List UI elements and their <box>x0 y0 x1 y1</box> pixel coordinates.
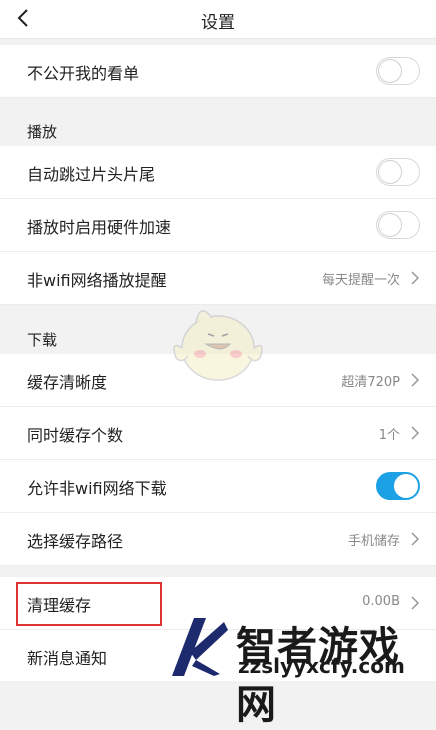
highlight-box <box>16 582 162 626</box>
setting-label: 允许非wifi网络下载 <box>27 479 167 498</box>
chevron-right-icon <box>411 426 420 440</box>
chevron-right-icon <box>411 271 420 285</box>
setting-private-list[interactable]: 不公开我的看单 <box>0 45 436 98</box>
setting-label: 自动跳过片头片尾 <box>27 165 156 184</box>
non-wifi-download-toggle[interactable] <box>376 472 420 500</box>
section-label: 播放 <box>27 123 58 141</box>
chevron-right-icon <box>411 373 420 387</box>
brand-logo-icon <box>172 618 228 676</box>
watermark-url: zzslyyxcfy.com <box>238 654 405 678</box>
setting-label: 同时缓存个数 <box>27 426 124 445</box>
toggle-knob <box>394 474 418 498</box>
top-bar: 设置 <box>0 0 436 39</box>
setting-label: 新消息通知 <box>27 649 108 668</box>
setting-non-wifi-download[interactable]: 允许非wifi网络下载 <box>0 460 436 513</box>
private-list-toggle[interactable] <box>376 57 420 85</box>
setting-label: 不公开我的看单 <box>27 64 140 83</box>
setting-concurrent-cache[interactable]: 同时缓存个数 1个 <box>0 407 436 460</box>
chevron-right-icon <box>411 532 420 546</box>
section-playback: 播放 <box>0 106 436 146</box>
hardware-acceleration-toggle[interactable] <box>376 211 420 239</box>
setting-label: 选择缓存路径 <box>27 532 124 551</box>
toggle-knob <box>378 160 402 184</box>
setting-value: 1个 <box>378 428 400 443</box>
setting-cache-path[interactable]: 选择缓存路径 手机储存 <box>0 513 436 566</box>
toggle-knob <box>378 59 402 83</box>
setting-value: 每天提醒一次 <box>321 273 400 288</box>
setting-value: 手机储存 <box>347 534 400 549</box>
setting-skip-intro[interactable]: 自动跳过片头片尾 <box>0 146 436 199</box>
setting-label: 非wifi网络播放提醒 <box>27 271 167 290</box>
chevron-right-icon <box>411 596 420 610</box>
page-title: 设置 <box>201 13 235 33</box>
toggle-knob <box>378 213 402 237</box>
setting-label: 缓存清晰度 <box>27 373 108 392</box>
setting-hardware-acceleration[interactable]: 播放时启用硬件加速 <box>0 199 436 252</box>
mascot-icon <box>173 310 263 381</box>
skip-intro-toggle[interactable] <box>376 158 420 186</box>
section-label: 下载 <box>27 331 58 349</box>
setting-value: 0.00B <box>362 594 400 609</box>
setting-label: 播放时启用硬件加速 <box>27 218 172 237</box>
setting-value: 超清720P <box>341 375 400 390</box>
